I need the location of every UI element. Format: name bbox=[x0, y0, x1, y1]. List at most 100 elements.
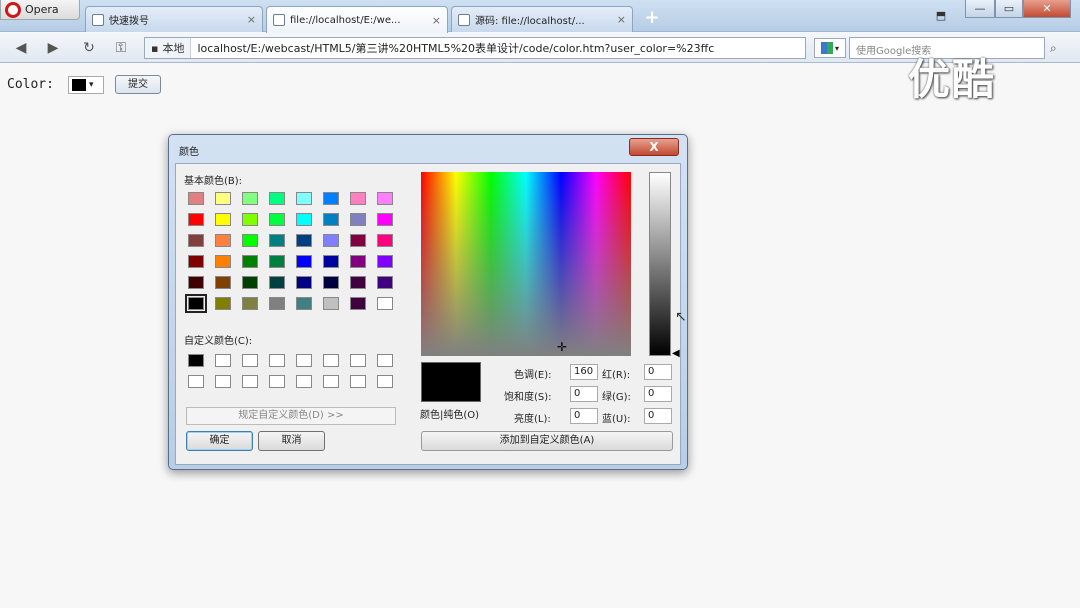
tab-source[interactable]: 源码: file://localhost/... × bbox=[451, 6, 633, 32]
basic-color-swatch[interactable] bbox=[323, 234, 339, 247]
basic-color-swatch[interactable] bbox=[242, 213, 258, 226]
lum-field[interactable]: 0 bbox=[570, 408, 598, 424]
basic-color-swatch[interactable] bbox=[296, 213, 312, 226]
forward-icon[interactable]: ▶ bbox=[42, 38, 64, 58]
custom-color-swatch[interactable] bbox=[350, 354, 366, 367]
basic-color-swatch[interactable] bbox=[242, 192, 258, 205]
basic-color-swatch[interactable] bbox=[377, 276, 393, 289]
basic-color-swatch[interactable] bbox=[323, 213, 339, 226]
basic-color-swatch[interactable] bbox=[188, 255, 204, 268]
define-custom-colors-button[interactable]: 规定自定义颜色(D) >> bbox=[186, 407, 396, 425]
basic-color-swatch[interactable] bbox=[323, 255, 339, 268]
custom-color-swatch[interactable] bbox=[377, 354, 393, 367]
basic-color-swatch[interactable] bbox=[350, 297, 366, 310]
tab-close-icon[interactable]: × bbox=[617, 13, 626, 26]
submit-button[interactable]: 提交 bbox=[115, 75, 161, 94]
basic-color-swatch[interactable] bbox=[323, 297, 339, 310]
crosshair-icon[interactable]: ✛ bbox=[557, 340, 567, 354]
basic-color-swatch[interactable] bbox=[296, 192, 312, 205]
custom-color-swatch[interactable] bbox=[350, 375, 366, 388]
close-button[interactable]: ✕ bbox=[1023, 0, 1071, 18]
basic-color-swatch[interactable] bbox=[242, 255, 258, 268]
color-input[interactable]: ▾ bbox=[68, 76, 104, 94]
basic-color-swatch[interactable] bbox=[215, 297, 231, 310]
basic-color-swatch[interactable] bbox=[323, 276, 339, 289]
search-icon[interactable]: ⌕ bbox=[1050, 41, 1057, 56]
blue-field[interactable]: 0 bbox=[644, 408, 672, 424]
custom-color-swatch[interactable] bbox=[215, 354, 231, 367]
custom-color-swatch[interactable] bbox=[296, 375, 312, 388]
basic-color-swatch[interactable] bbox=[242, 297, 258, 310]
key-icon[interactable]: ⚿ bbox=[110, 38, 132, 58]
custom-color-swatch[interactable] bbox=[296, 354, 312, 367]
cancel-button[interactable]: 取消 bbox=[258, 431, 325, 451]
opera-menu-button[interactable]: Opera bbox=[0, 0, 80, 20]
search-engine-selector[interactable]: ▾ bbox=[814, 38, 846, 58]
custom-color-swatch[interactable] bbox=[215, 375, 231, 388]
custom-color-swatch[interactable] bbox=[188, 375, 204, 388]
basic-color-swatch[interactable] bbox=[269, 213, 285, 226]
basic-color-swatch[interactable] bbox=[242, 234, 258, 247]
custom-color-swatch[interactable] bbox=[377, 375, 393, 388]
basic-color-swatch[interactable] bbox=[377, 255, 393, 268]
basic-color-swatch[interactable] bbox=[377, 234, 393, 247]
new-tab-button[interactable]: + bbox=[641, 9, 663, 28]
add-custom-color-button[interactable]: 添加到自定义颜色(A) bbox=[421, 431, 673, 451]
dialog-close-button[interactable]: X bbox=[629, 138, 679, 156]
tab-close-icon[interactable]: × bbox=[432, 14, 441, 27]
hue-field[interactable]: 160 bbox=[570, 364, 598, 380]
basic-color-swatch[interactable] bbox=[188, 234, 204, 247]
color-spectrum[interactable] bbox=[421, 172, 631, 356]
custom-color-swatch[interactable] bbox=[242, 354, 258, 367]
minimize-button[interactable]: — bbox=[965, 0, 995, 18]
basic-color-swatch[interactable] bbox=[215, 276, 231, 289]
basic-color-swatch[interactable] bbox=[269, 255, 285, 268]
green-field[interactable]: 0 bbox=[644, 386, 672, 402]
address-bar[interactable]: ▪ 本地 localhost/E:/webcast/HTML5/第三讲%20HT… bbox=[144, 37, 806, 59]
basic-color-swatch[interactable] bbox=[350, 213, 366, 226]
ok-button[interactable]: 确定 bbox=[186, 431, 253, 451]
custom-color-swatch[interactable] bbox=[242, 375, 258, 388]
tab-color-page[interactable]: file://localhost/E:/we... × bbox=[266, 6, 448, 33]
basic-color-swatch[interactable] bbox=[188, 276, 204, 289]
basic-color-swatch[interactable] bbox=[242, 276, 258, 289]
basic-color-swatch[interactable] bbox=[296, 276, 312, 289]
basic-color-swatch[interactable] bbox=[296, 255, 312, 268]
luminance-arrow-icon[interactable]: ◀ bbox=[672, 348, 680, 359]
basic-color-swatch[interactable] bbox=[215, 234, 231, 247]
basic-color-swatch[interactable] bbox=[350, 234, 366, 247]
basic-color-swatch[interactable] bbox=[377, 213, 393, 226]
tray-icon[interactable]: ⬒ bbox=[930, 6, 952, 24]
basic-color-swatch[interactable] bbox=[269, 234, 285, 247]
basic-color-swatch[interactable] bbox=[377, 192, 393, 205]
tab-speed-dial[interactable]: 快速拨号 × bbox=[85, 6, 263, 32]
basic-color-swatch[interactable] bbox=[269, 297, 285, 310]
basic-color-swatch[interactable] bbox=[188, 192, 204, 205]
custom-color-swatch[interactable] bbox=[269, 354, 285, 367]
basic-color-swatch[interactable] bbox=[269, 276, 285, 289]
custom-color-swatch[interactable] bbox=[269, 375, 285, 388]
basic-color-swatch[interactable] bbox=[377, 297, 393, 310]
basic-color-swatch[interactable] bbox=[269, 192, 285, 205]
address-local-badge[interactable]: ▪ 本地 bbox=[145, 38, 192, 58]
maximize-button[interactable]: ▭ bbox=[995, 0, 1023, 18]
basic-color-swatch[interactable] bbox=[350, 192, 366, 205]
basic-color-swatch[interactable] bbox=[296, 234, 312, 247]
basic-color-swatch[interactable] bbox=[296, 297, 312, 310]
sat-field[interactable]: 0 bbox=[570, 386, 598, 402]
luminance-slider[interactable] bbox=[649, 172, 671, 356]
reload-icon[interactable]: ↻ bbox=[78, 38, 100, 58]
basic-color-swatch[interactable] bbox=[188, 213, 204, 226]
basic-color-swatch[interactable] bbox=[350, 276, 366, 289]
basic-color-swatch[interactable] bbox=[350, 255, 366, 268]
basic-color-swatch[interactable] bbox=[215, 213, 231, 226]
custom-color-swatch[interactable] bbox=[323, 375, 339, 388]
basic-color-swatch[interactable] bbox=[185, 294, 207, 313]
red-field[interactable]: 0 bbox=[644, 364, 672, 380]
custom-color-swatch[interactable] bbox=[188, 354, 204, 367]
basic-color-swatch[interactable] bbox=[215, 192, 231, 205]
url-text[interactable]: localhost/E:/webcast/HTML5/第三讲%20HTML5%2… bbox=[191, 40, 714, 56]
back-icon[interactable]: ◀ bbox=[10, 38, 32, 58]
tab-close-icon[interactable]: × bbox=[247, 13, 256, 26]
basic-color-swatch[interactable] bbox=[215, 255, 231, 268]
